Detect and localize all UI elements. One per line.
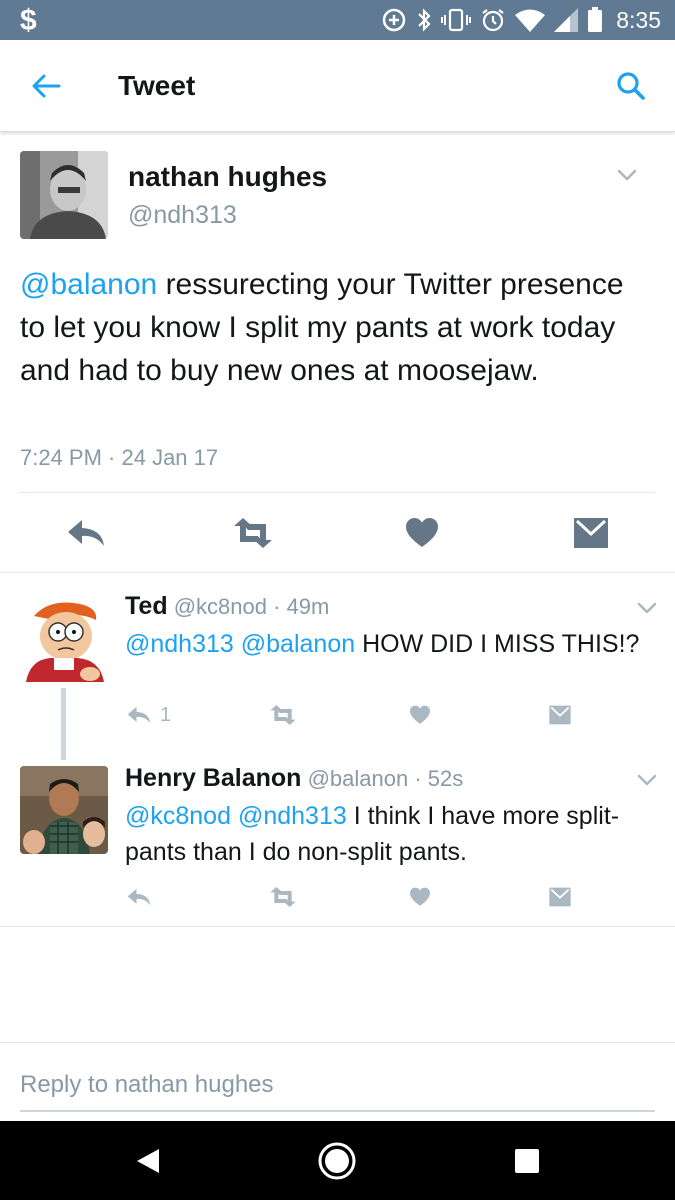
retweet-button[interactable] (268, 700, 298, 730)
retweet-button[interactable] (231, 511, 275, 555)
reply-button[interactable] (64, 511, 108, 555)
mention-link[interactable]: @balanon (20, 268, 157, 301)
avatar[interactable] (20, 151, 108, 239)
back-button[interactable] (26, 66, 66, 106)
avatar[interactable] (20, 594, 108, 682)
tweet-timestamp: 7:24 PM · 24 Jan 17 (20, 445, 219, 470)
direct-message-button[interactable] (569, 511, 613, 555)
reply-icon (68, 520, 104, 546)
like-icon (410, 887, 430, 906)
nav-recents-button[interactable] (505, 1139, 549, 1183)
reply-input[interactable] (20, 1060, 655, 1112)
reply-author-name[interactable]: Ted (125, 592, 168, 620)
vibrate-icon (441, 8, 472, 32)
reply-actions (0, 882, 675, 912)
divider (20, 492, 655, 493)
mention-link[interactable]: @ndh313 (125, 630, 234, 658)
mention-link[interactable]: @kc8nod (125, 802, 231, 830)
avatar[interactable] (20, 766, 108, 854)
retweet-icon (270, 705, 296, 725)
add-circle-icon (382, 8, 406, 32)
app-bar: Tweet (0, 40, 675, 132)
reply-header: Henry Balanon @balanon · 52s (125, 764, 463, 793)
status-time: 8:35 (616, 6, 661, 33)
reply-item[interactable]: Ted @kc8nod · 49m @ndh313 @balanon HOW D… (0, 574, 675, 744)
battery-icon (588, 7, 603, 32)
page-title: Tweet (118, 70, 196, 101)
reply-time: · 49m (273, 594, 330, 619)
retweet-icon (270, 887, 296, 907)
alarm-icon (482, 9, 504, 32)
reply-body: HOW DID I MISS THIS!? (355, 630, 640, 658)
reply-icon (127, 888, 151, 906)
search-button[interactable] (611, 66, 651, 106)
wifi-icon (515, 9, 546, 32)
retweet-button[interactable] (268, 882, 298, 912)
direct-message-button[interactable] (548, 700, 572, 730)
like-button[interactable] (409, 700, 431, 730)
reply-button[interactable]: 1 (126, 700, 171, 730)
tweet-actions (0, 511, 675, 555)
like-button[interactable] (400, 511, 444, 555)
like-icon (406, 518, 438, 547)
search-icon (617, 72, 645, 100)
square-recents-icon (515, 1149, 539, 1173)
status-icons: 8:35 (381, 0, 661, 40)
retweet-icon (234, 518, 272, 548)
reply-icon (127, 706, 151, 724)
nav-back-button[interactable] (126, 1139, 170, 1183)
composer-divider (0, 1042, 675, 1043)
reply-item[interactable]: Henry Balanon @balanon · 52s @kc8nod @nd… (0, 746, 675, 926)
triangle-back-icon (137, 1149, 159, 1173)
chevron-down-icon[interactable] (635, 768, 659, 792)
direct-message-icon (574, 518, 608, 548)
divider (0, 926, 675, 927)
main-tweet: nathan hughes @ndh313 @balanon ressurect… (0, 133, 675, 573)
reply-author-handle[interactable]: @kc8nod (174, 594, 267, 619)
reply-author-name[interactable]: Henry Balanon (125, 764, 301, 792)
tweet-text: @balanon ressurecting your Twitter prese… (20, 263, 650, 392)
like-button[interactable] (409, 882, 431, 912)
author-handle[interactable]: @ndh313 (128, 201, 237, 230)
mention-link[interactable]: @ndh313 (238, 802, 347, 830)
signal-icon (554, 8, 579, 32)
dollar-sign-icon: $ (20, 4, 37, 37)
direct-message-icon (549, 887, 571, 907)
direct-message-icon (549, 705, 571, 725)
circle-home-icon (318, 1142, 356, 1180)
reply-count: 1 (160, 703, 172, 726)
reply-actions: 1 (0, 700, 675, 730)
mention-link[interactable]: @balanon (241, 630, 355, 658)
status-bar: $ 8:35 (0, 0, 675, 40)
bluetooth-icon (418, 8, 431, 32)
author-name[interactable]: nathan hughes (128, 161, 327, 193)
reply-text: @kc8nod @ndh313 I think I have more spli… (125, 798, 645, 870)
reply-button[interactable] (126, 882, 152, 912)
chevron-down-icon[interactable] (615, 163, 639, 187)
like-icon (410, 705, 430, 724)
reply-time: · 52s (414, 766, 464, 791)
reply-author-handle[interactable]: @balanon (308, 766, 409, 791)
direct-message-button[interactable] (548, 882, 572, 912)
chevron-down-icon[interactable] (635, 596, 659, 620)
navigation-bar (0, 1121, 675, 1200)
arrow-left-icon (32, 74, 61, 98)
nav-home-button[interactable] (315, 1139, 359, 1183)
reply-header: Ted @kc8nod · 49m (125, 592, 329, 621)
reply-text: @ndh313 @balanon HOW DID I MISS THIS!? (125, 626, 645, 662)
